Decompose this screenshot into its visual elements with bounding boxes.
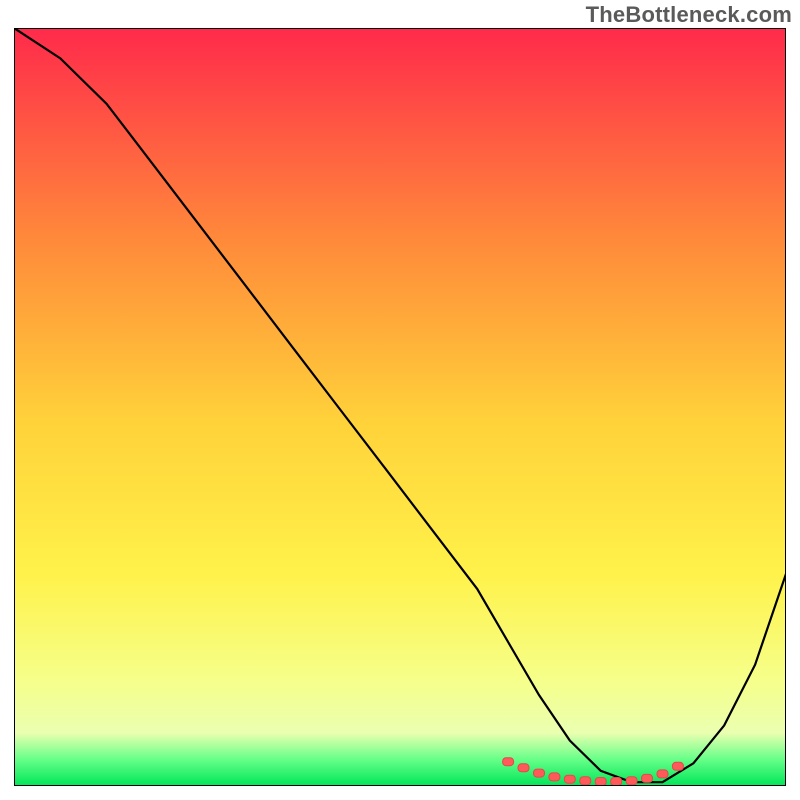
chart-container: TheBottleneck.com [0,0,800,800]
plot-area [14,28,786,786]
optimal-marker [580,777,591,785]
optimal-marker [657,770,668,778]
optimal-marker [503,758,514,766]
optimal-marker [595,778,606,786]
optimal-marker [642,774,653,782]
optimal-marker [564,775,575,783]
bottleneck-chart [14,28,786,786]
gradient-background [14,28,786,786]
optimal-marker [672,762,683,770]
optimal-marker [534,769,545,777]
optimal-marker [626,777,637,785]
optimal-marker [549,773,560,781]
watermark-text: TheBottleneck.com [586,2,792,28]
optimal-marker [611,778,622,786]
optimal-marker [518,764,529,772]
